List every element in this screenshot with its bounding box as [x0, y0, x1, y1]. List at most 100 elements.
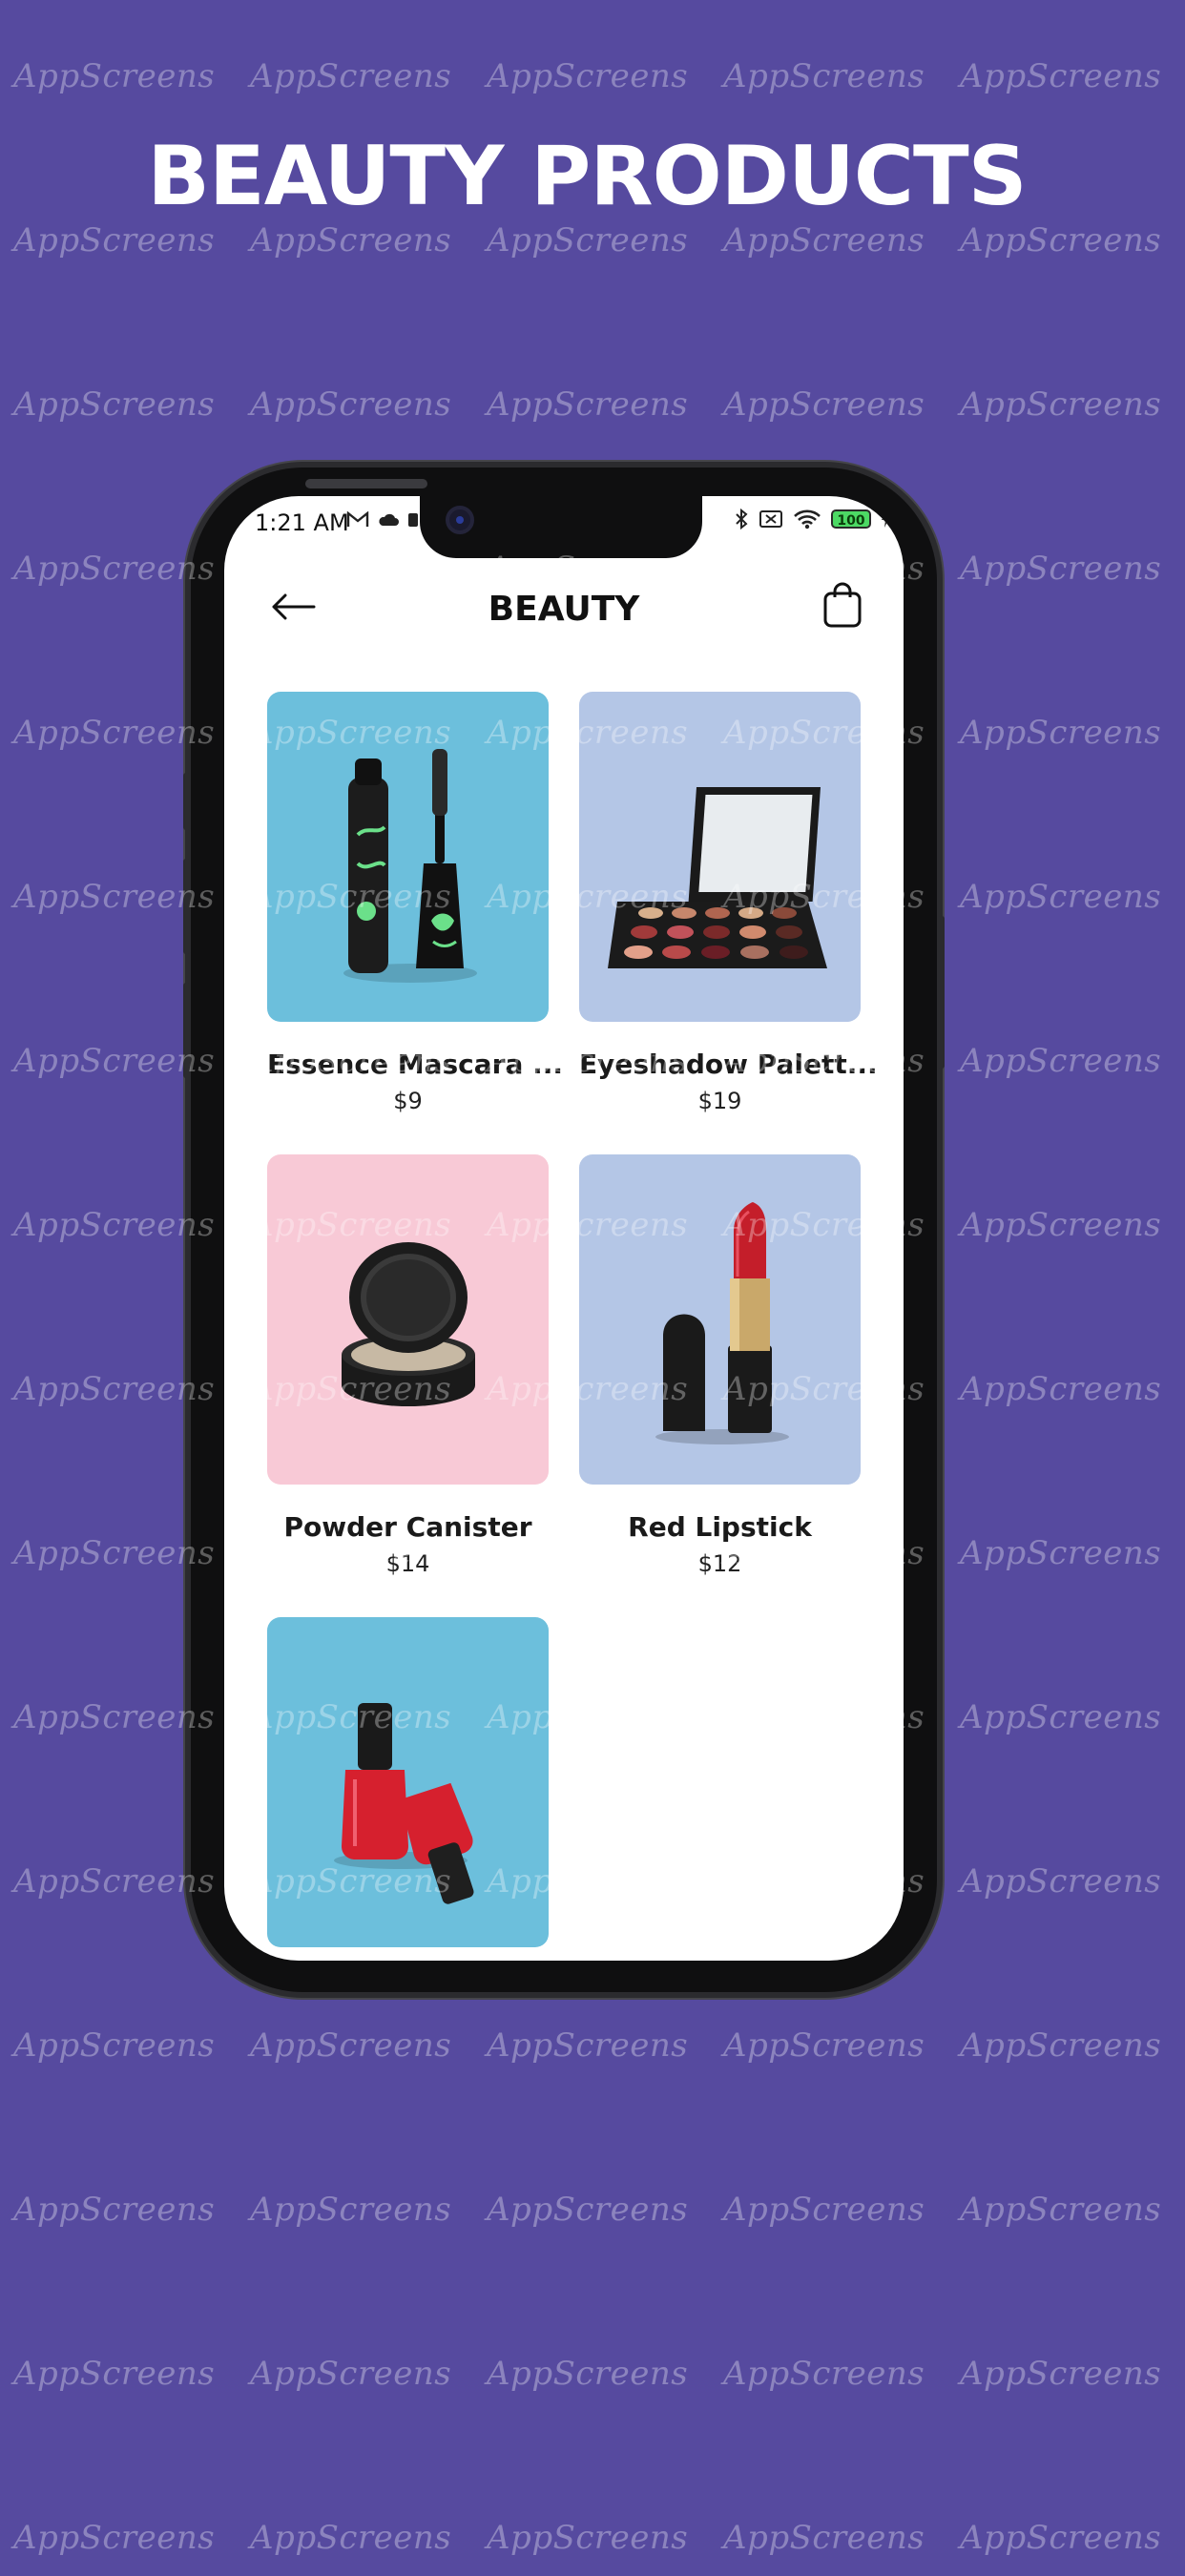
watermark-row: AppScreens AppScreens AppScreens AppScreens… — [0, 221, 1185, 279]
shopping-bag-icon — [823, 582, 862, 628]
cloud-icon — [379, 513, 399, 526]
watermark-text: AppScreens — [13, 2519, 216, 2557]
watermark-text: AppScreens — [960, 714, 1162, 752]
sim-off-icon — [759, 510, 782, 528]
watermark-text: AppScreens — [13, 385, 216, 424]
watermark-text: AppScreens — [487, 2026, 689, 2065]
product-card[interactable]: Eyeshadow Palett... $19 — [579, 692, 878, 1114]
watermark-text: AppScreens — [723, 385, 925, 424]
product-price: $9 — [393, 1088, 423, 1114]
watermark-text: AppScreens — [960, 1042, 1162, 1080]
product-name: Red Lipstick — [628, 1511, 812, 1543]
watermark-text: AppScreens — [13, 1534, 216, 1572]
status-time: 1:21 AM — [255, 509, 349, 536]
product-name: Essence Mascara ... — [267, 1049, 563, 1080]
watermark-text: AppScreens — [960, 1206, 1162, 1244]
product-image — [579, 692, 861, 1022]
watermark-text: AppScreens — [13, 1370, 216, 1408]
product-name: Powder Canister — [283, 1511, 532, 1543]
product-price: $19 — [697, 1088, 742, 1114]
bluetooth-icon — [736, 508, 748, 530]
phone-speaker — [305, 479, 427, 488]
watermark-text: AppScreens — [250, 2519, 452, 2557]
watermark-text: AppScreens — [960, 2191, 1162, 2229]
app-screen: 1:21 AM 100 BEAUTY Essence Mascara ... $… — [224, 496, 904, 1961]
watermark-text: AppScreens — [960, 1534, 1162, 1572]
wifi-icon — [794, 509, 821, 530]
watermark-text: AppScreens — [723, 57, 925, 95]
watermark-text: AppScreens — [960, 878, 1162, 916]
watermark-text: AppScreens — [487, 57, 689, 95]
product-card[interactable]: Essence Mascara ... $9 — [267, 692, 563, 1114]
product-price: $14 — [385, 1550, 430, 1577]
watermark-text: AppScreens — [13, 1206, 216, 1244]
watermark-text: AppScreens — [487, 221, 689, 260]
watermark-text: AppScreens — [13, 714, 216, 752]
watermark-text: AppScreens — [960, 1698, 1162, 1736]
product-image — [267, 1154, 549, 1485]
watermark-text: AppScreens — [13, 1698, 216, 1736]
watermark-row: AppScreens AppScreens AppScreens AppScreens… — [0, 57, 1185, 114]
watermark-row: AppScreens AppScreens AppScreens AppScreens… — [0, 2519, 1185, 2576]
watermark-text: AppScreens — [13, 2355, 216, 2393]
front-camera — [446, 506, 474, 534]
watermark-text: AppScreens — [960, 2519, 1162, 2557]
notification-icon — [408, 513, 418, 527]
watermark-text: AppScreens — [13, 1862, 216, 1901]
battery-indicator: 100 — [831, 509, 871, 529]
watermark-text: AppScreens — [960, 550, 1162, 588]
watermark-text: AppScreens — [960, 221, 1162, 260]
phone-volume-down — [183, 983, 191, 1078]
phone-volume-up — [183, 859, 191, 954]
watermark-text: AppScreens — [250, 2355, 452, 2393]
lipstick-image — [655, 1202, 789, 1444]
charging-icon — [882, 510, 889, 528]
product-card[interactable]: Red Lipstick $12 — [579, 1154, 861, 1577]
watermark-text: AppScreens — [723, 2355, 925, 2393]
watermark-row: AppScreens AppScreens AppScreens AppScreens… — [0, 385, 1185, 443]
headline: BEAUTY PRODUCTS — [147, 129, 1027, 224]
product-card[interactable]: Powder Canister $14 — [267, 1154, 549, 1577]
cart-button[interactable] — [821, 580, 863, 630]
watermark-text: AppScreens — [960, 2026, 1162, 2065]
eyeshadow-palette-image — [608, 787, 827, 968]
watermark-text: AppScreens — [960, 57, 1162, 95]
watermark-text: AppScreens — [13, 2191, 216, 2229]
watermark-text: AppScreens — [960, 2355, 1162, 2393]
watermark-text: AppScreens — [250, 57, 452, 95]
watermark-text: AppScreens — [723, 2519, 925, 2557]
product-name: Eyeshadow Palett... — [579, 1049, 878, 1080]
watermark-text: AppScreens — [13, 2026, 216, 2065]
product-card[interactable] — [267, 1617, 549, 1947]
page-title: BEAUTY — [488, 590, 640, 629]
watermark-text: AppScreens — [487, 2519, 689, 2557]
watermark-text: AppScreens — [13, 550, 216, 588]
phone-side-button — [183, 773, 191, 830]
product-image — [579, 1154, 861, 1485]
watermark-text: AppScreens — [487, 385, 689, 424]
watermark-text: AppScreens — [250, 221, 452, 260]
watermark-text: AppScreens — [960, 385, 1162, 424]
top-nav: BEAUTY — [224, 563, 904, 658]
watermark-row: AppScreens AppScreens AppScreens AppScreens… — [0, 2355, 1185, 2412]
watermark-text: AppScreens — [960, 1862, 1162, 1901]
watermark-text: AppScreens — [960, 1370, 1162, 1408]
watermark-text: AppScreens — [723, 221, 925, 260]
watermark-text: AppScreens — [723, 2026, 925, 2065]
product-image — [267, 692, 549, 1022]
watermark-text: AppScreens — [250, 2026, 452, 2065]
watermark-text: AppScreens — [250, 385, 452, 424]
phone-power-button — [937, 916, 945, 1069]
nail-polish-image — [334, 1703, 474, 1904]
watermark-row: AppScreens AppScreens AppScreens AppScreens… — [0, 2026, 1185, 2084]
product-image — [267, 1617, 549, 1947]
watermark-text: AppScreens — [13, 57, 216, 95]
watermark-text: AppScreens — [723, 2191, 925, 2229]
mascara-image — [343, 749, 477, 983]
powder-canister-image — [342, 1242, 475, 1406]
product-price: $12 — [697, 1550, 742, 1577]
watermark-text: AppScreens — [13, 221, 216, 260]
mail-icon — [346, 511, 369, 527]
watermark-text: AppScreens — [487, 2355, 689, 2393]
watermark-text: AppScreens — [487, 2191, 689, 2229]
